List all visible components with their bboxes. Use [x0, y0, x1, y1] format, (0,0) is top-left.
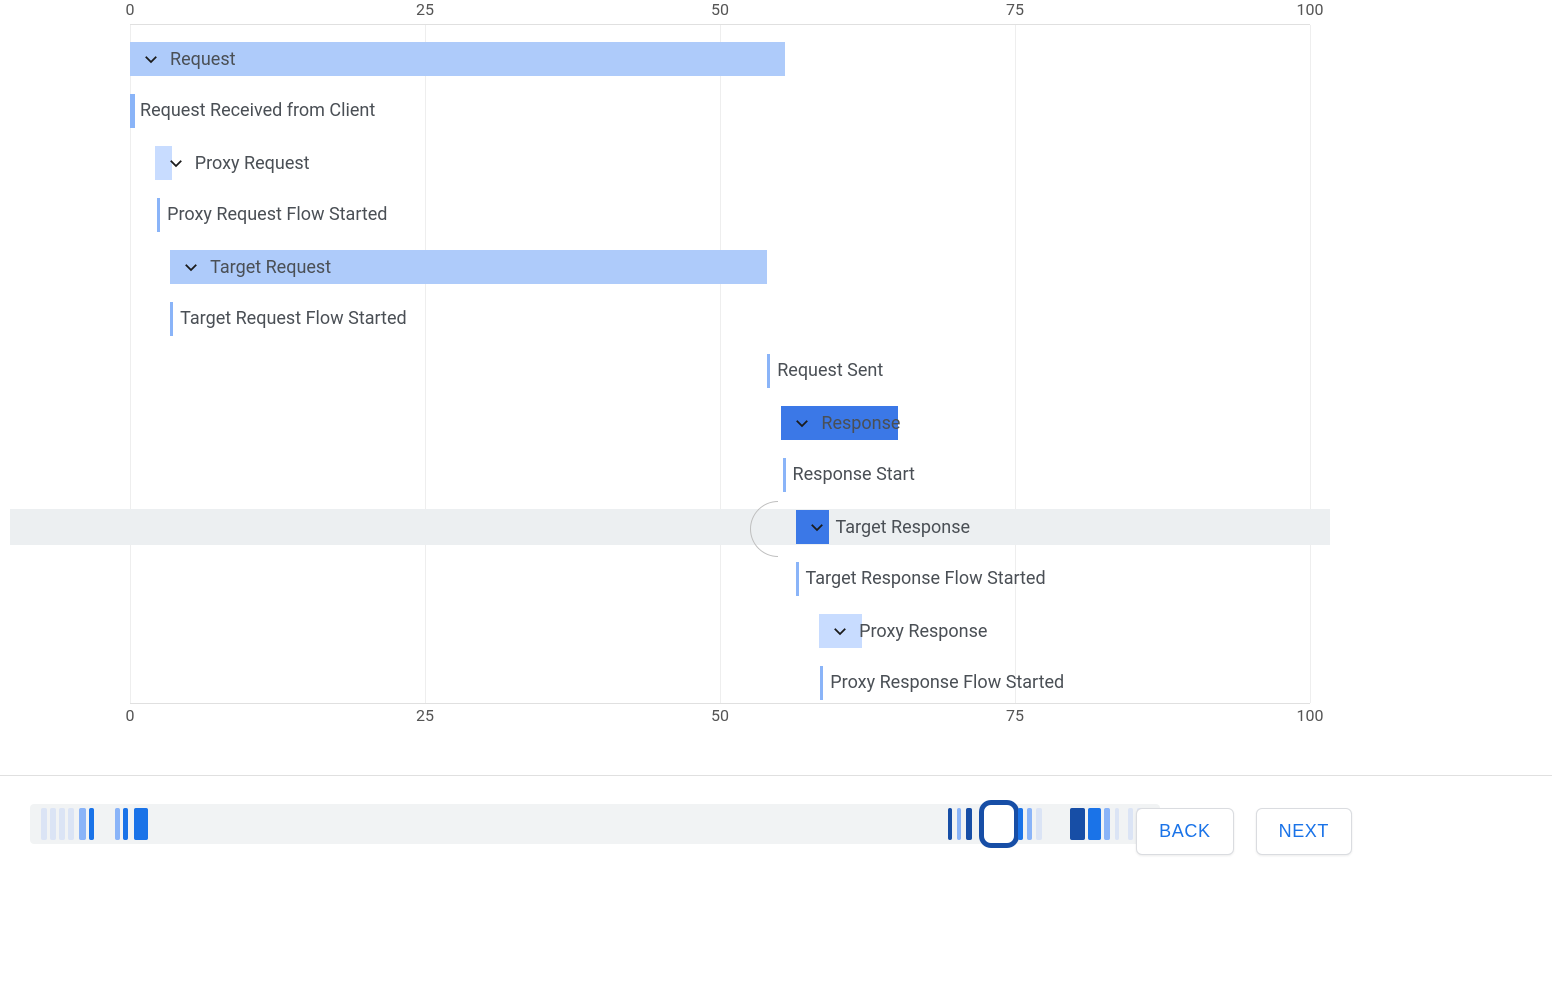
- event-label: Proxy Response Flow Started: [830, 672, 1064, 693]
- timeline-plot[interactable]: Request Request Received from Client Proxy…: [130, 24, 1310, 704]
- timeline-row[interactable]: Target Request: [10, 249, 1330, 285]
- chevron-down-icon: [831, 622, 849, 640]
- axis-tick: 100: [1297, 0, 1324, 19]
- minimap-bar: [59, 808, 65, 840]
- bracket-arc: [750, 501, 778, 557]
- chevron-down-icon: [182, 258, 200, 276]
- minimap[interactable]: [30, 804, 1160, 844]
- nav-buttons: BACK NEXT: [1136, 808, 1352, 855]
- span-bar[interactable]: Target Response: [796, 510, 829, 544]
- event-label: Request Received from Client: [140, 100, 375, 121]
- event-label: Target Response Flow Started: [806, 568, 1046, 589]
- span-label: Target Response: [836, 517, 971, 538]
- axis-tick: 100: [1297, 706, 1324, 725]
- axis-tick: 25: [416, 0, 434, 19]
- minimap-bar: [966, 808, 973, 840]
- chevron-down-icon: [167, 154, 185, 172]
- span-label: Request: [170, 49, 236, 70]
- event-label: Proxy Request Flow Started: [167, 204, 387, 225]
- timeline-row: Proxy Request Flow Started: [10, 197, 1330, 233]
- span-label: Response: [821, 413, 900, 434]
- span-bar[interactable]: Target Request: [170, 250, 767, 284]
- timeline-row: Request Received from Client: [10, 93, 1330, 129]
- timeline-row: Proxy Response Flow Started: [10, 665, 1330, 701]
- event-tick: [796, 562, 799, 596]
- minimap-bar: [89, 808, 95, 840]
- axis-bottom: 0 25 50 75 100: [130, 706, 1310, 730]
- axis-tick: 0: [126, 0, 135, 19]
- span-bar[interactable]: Response: [781, 406, 898, 440]
- span-bar[interactable]: Request: [130, 42, 785, 76]
- trace-timeline: 0 25 50 75 100 Request Request Received f…: [10, 0, 1346, 730]
- timeline-row[interactable]: Response: [10, 405, 1330, 441]
- timeline-row: Target Request Flow Started: [10, 301, 1330, 337]
- minimap-bar: [1104, 808, 1111, 840]
- axis-tick: 0: [126, 706, 135, 725]
- event-label: Response Start: [793, 464, 915, 485]
- minimap-bar: [1018, 808, 1024, 840]
- chevron-down-icon: [808, 518, 826, 536]
- minimap-scrubber[interactable]: [979, 800, 1019, 848]
- timeline-row: Response Start: [10, 457, 1330, 493]
- minimap-bar: [948, 808, 953, 840]
- minimap-bar: [115, 808, 121, 840]
- axis-tick: 75: [1006, 706, 1024, 725]
- event-tick: [130, 94, 135, 128]
- back-button[interactable]: BACK: [1136, 808, 1233, 855]
- minimap-bar: [134, 808, 148, 840]
- timeline-row[interactable]: Proxy Response: [10, 613, 1330, 649]
- minimap-bar: [1027, 808, 1033, 840]
- event-tick: [783, 458, 786, 492]
- minimap-bar: [957, 808, 962, 840]
- minimap-bar: [1036, 808, 1043, 840]
- chevron-down-icon: [793, 414, 811, 432]
- timeline-row: Target Response Flow Started: [10, 561, 1330, 597]
- event-label: Request Sent: [777, 360, 883, 381]
- event-tick: [767, 354, 770, 388]
- timeline-row: Request Sent: [10, 353, 1330, 389]
- timeline-row[interactable]: Request: [10, 41, 1330, 77]
- axis-tick: 75: [1006, 0, 1024, 19]
- timeline-row[interactable]: Proxy Request: [10, 145, 1330, 181]
- minimap-bar: [68, 808, 74, 840]
- minimap-bar: [41, 808, 47, 840]
- minimap-bar: [1115, 808, 1120, 840]
- chevron-down-icon: [142, 50, 160, 68]
- span-label: Proxy Request: [195, 153, 310, 174]
- span-bar[interactable]: Proxy Request: [155, 146, 173, 180]
- event-label: Target Request Flow Started: [180, 308, 407, 329]
- minimap-bar: [79, 808, 87, 840]
- minimap-bar: [123, 808, 129, 840]
- axis-top: 0 25 50 75 100: [130, 0, 1310, 24]
- timeline-row[interactable]: Target Response: [10, 509, 1330, 545]
- span-bar[interactable]: Proxy Response: [819, 614, 861, 648]
- event-tick: [820, 666, 823, 700]
- minimap-bar: [1070, 808, 1086, 840]
- span-label: Target Request: [210, 257, 331, 278]
- next-button[interactable]: NEXT: [1256, 808, 1352, 855]
- event-tick: [170, 302, 173, 336]
- minimap-bar: [50, 808, 56, 840]
- minimap-bar: [1128, 808, 1133, 840]
- span-label: Proxy Response: [859, 621, 987, 642]
- axis-tick: 25: [416, 706, 434, 725]
- axis-tick: 50: [711, 706, 729, 725]
- axis-tick: 50: [711, 0, 729, 19]
- minimap-bar: [1088, 808, 1102, 840]
- event-tick: [157, 198, 160, 232]
